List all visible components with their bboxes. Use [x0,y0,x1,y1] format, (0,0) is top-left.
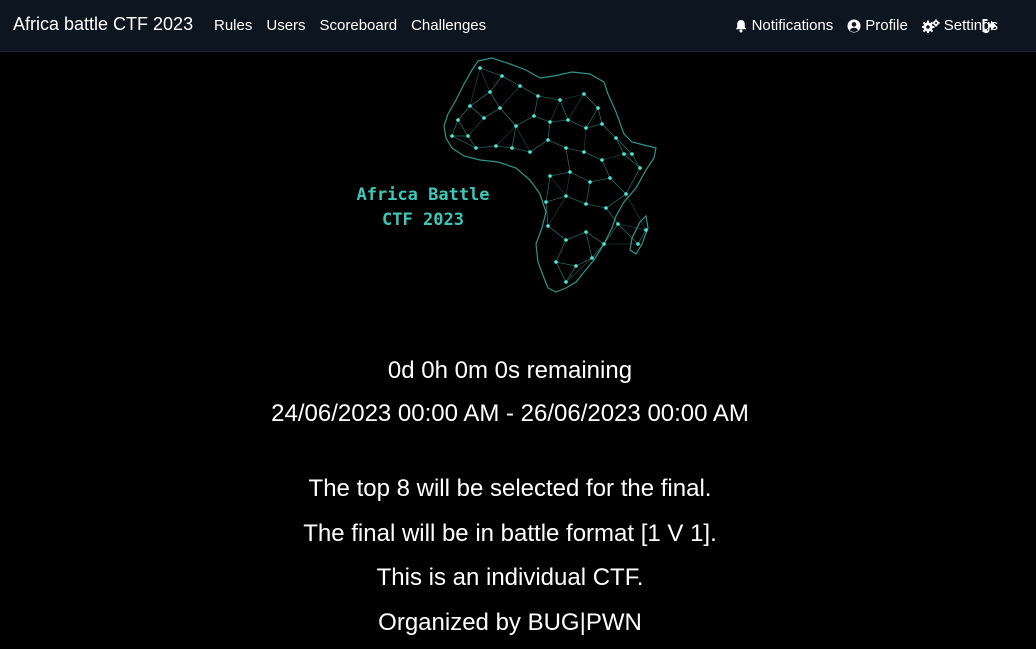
cogs-icon [921,18,940,33]
countdown-text: 0d 0h 0m 0s remaining [387,357,633,384]
top-navbar: Africa battle CTF 2023 Rules Users Score… [0,0,1036,52]
bell-icon [735,19,746,32]
user-circle-icon [847,19,861,32]
info-line-individual: This is an individual CTF. [376,564,644,591]
nav-profile-label: Profile [865,17,908,34]
africa-network-map-icon [443,57,657,293]
info-line-organizer: Organized by BUG|PWN [378,609,642,636]
nav-profile[interactable]: Profile [847,17,908,34]
info-line-format: The final will be in battle format [1 V … [303,520,717,547]
nav-users[interactable]: Users [266,17,305,34]
main-nav: Rules Users Scoreboard Challenges [214,17,500,34]
user-nav: Notifications Profile Settings [720,17,998,34]
event-dates: 24/06/2023 00:00 AM - 26/06/2023 00:00 A… [271,400,749,427]
hero-title-line1: Africa Battle [356,185,490,205]
nav-challenges[interactable]: Challenges [411,17,486,34]
brand-link[interactable]: Africa battle CTF 2023 [13,14,193,35]
nav-notifications[interactable]: Notifications [734,17,834,34]
info-line-top8: The top 8 will be selected for the final… [308,475,712,502]
hero-banner: Africa Battle CTF 2023 [340,56,670,298]
nav-scoreboard[interactable]: Scoreboard [320,17,398,34]
nav-notifications-label: Notifications [751,17,834,34]
hero-title-line2: CTF 2023 [382,210,464,230]
logout-icon[interactable] [982,19,997,32]
nav-rules[interactable]: Rules [214,17,252,34]
